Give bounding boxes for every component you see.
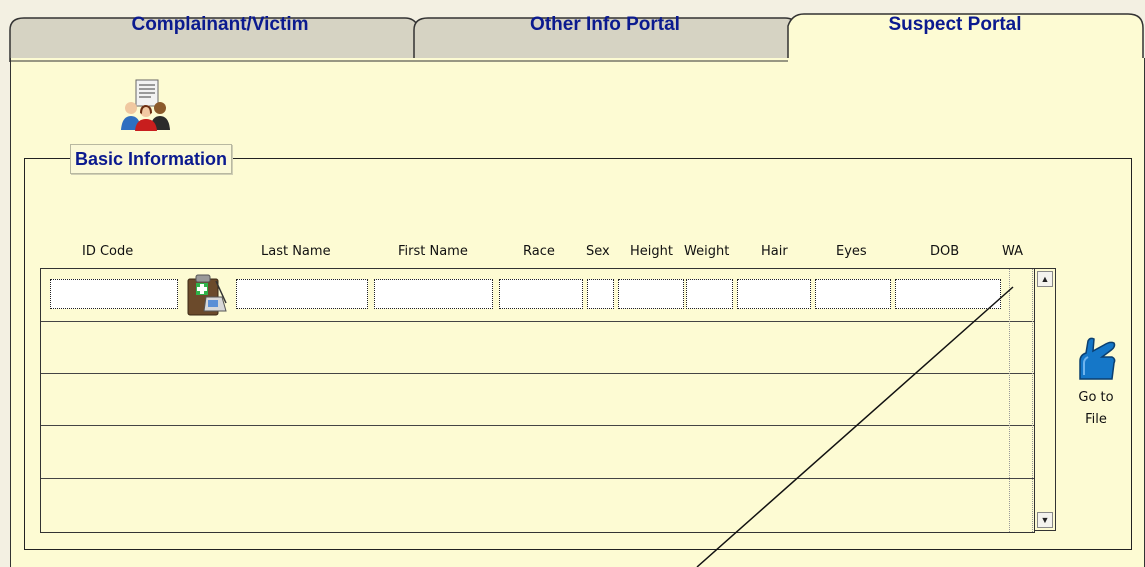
diagonal-line-overlay bbox=[696, 286, 1014, 567]
page: Complainant/Victim Other Info Portal Sus… bbox=[0, 0, 1145, 567]
